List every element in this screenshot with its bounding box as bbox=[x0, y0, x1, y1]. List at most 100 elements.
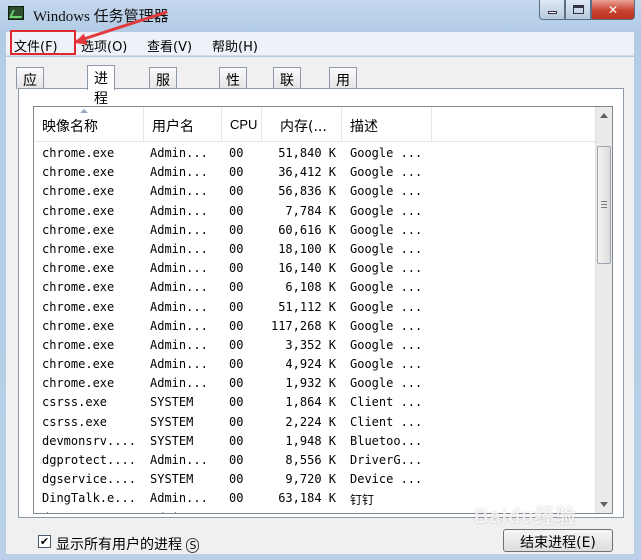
process-user: Admin... bbox=[150, 165, 208, 180]
process-cpu: 00 bbox=[229, 337, 244, 352]
process-name: chrome.exe bbox=[42, 299, 115, 314]
column-image-name-label: 映像名称 bbox=[42, 119, 98, 135]
process-memory: 51,112 K bbox=[278, 299, 336, 314]
process-memory: 30,856 K bbox=[260, 511, 336, 513]
process-description: Google ... bbox=[350, 222, 423, 237]
title-bar[interactable]: Windows 任务管理器 ✕ bbox=[0, 0, 641, 30]
table-row[interactable]: chrome.exe Admin... 00 16,140 K Google ... bbox=[34, 259, 596, 278]
tab-processes[interactable]: 进程 bbox=[87, 65, 115, 107]
arrow-up-icon bbox=[600, 113, 608, 118]
process-cpu: 00 bbox=[229, 453, 244, 467]
menu-view[interactable]: 查看(V) bbox=[147, 36, 192, 55]
column-user-name[interactable]: 用户名 bbox=[144, 107, 222, 142]
processes-panel: 映像名称 用户名 CPU 内存(... 描述 chrome.exe Admin.… bbox=[18, 88, 624, 518]
highlight-box bbox=[10, 30, 76, 55]
process-cpu: 00 bbox=[229, 491, 244, 506]
table-row[interactable]: chrome.exe Admin... 00 117,268 K Google ... bbox=[34, 317, 596, 336]
process-memory: 60,616 K bbox=[278, 222, 336, 237]
column-memory[interactable]: 内存(... bbox=[262, 107, 342, 142]
scroll-up-button[interactable] bbox=[596, 107, 612, 124]
process-memory: 7,784 K bbox=[285, 203, 336, 218]
table-row[interactable]: chrome.exe Admin... 00 6,108 K Google ... bbox=[34, 278, 596, 297]
process-memory: 6,108 K bbox=[285, 280, 336, 295]
process-memory: 2,224 K bbox=[285, 414, 336, 429]
tab-services[interactable]: 服务 bbox=[149, 67, 177, 109]
table-row[interactable]: csrss.exe SYSTEM 00 1,864 K Client ... bbox=[34, 393, 596, 412]
process-cpu: 00 bbox=[229, 433, 244, 448]
process-memory: 1,864 K bbox=[285, 395, 336, 410]
process-cpu: 00 bbox=[229, 318, 244, 333]
process-user: Admin... bbox=[150, 511, 208, 513]
process-cpu: 00 bbox=[229, 261, 244, 276]
process-description: Google ... bbox=[350, 376, 423, 391]
end-process-button[interactable]: 结束进程(E) bbox=[503, 529, 613, 552]
process-description: DriverG... bbox=[350, 453, 423, 467]
show-all-users-text: 显示所有用户的进程 bbox=[56, 537, 182, 553]
baidu-watermark: Baidu经验 bbox=[474, 506, 577, 528]
table-row[interactable]: chrome.exe Admin... 00 36,412 K Google ... bbox=[34, 163, 596, 182]
maximize-button[interactable] bbox=[565, 0, 591, 20]
table-row[interactable]: chrome.exe Admin... 00 4,924 K Google ... bbox=[34, 355, 596, 374]
tab-applications[interactable]: 应用程序 bbox=[16, 67, 44, 149]
menu-help[interactable]: 帮助(H) bbox=[212, 36, 258, 55]
process-user: Admin... bbox=[150, 146, 208, 160]
process-description: Google ... bbox=[350, 318, 423, 333]
close-button[interactable]: ✕ bbox=[591, 0, 635, 20]
process-description: Google ... bbox=[350, 146, 423, 160]
show-all-users-hotkey: S bbox=[186, 538, 200, 553]
table-row[interactable]: chrome.exe Admin... 00 1,932 K Google ... bbox=[34, 374, 596, 393]
process-user: SYSTEM bbox=[150, 472, 194, 487]
process-description: Google ... bbox=[350, 165, 423, 180]
tab-users[interactable]: 用户 bbox=[329, 67, 357, 109]
show-all-users-checkbox[interactable]: ✔ bbox=[38, 535, 51, 548]
process-cpu: 00 bbox=[229, 414, 244, 429]
table-row[interactable]: csrss.exe SYSTEM 00 2,224 K Client ... bbox=[34, 413, 596, 432]
process-list[interactable]: 映像名称 用户名 CPU 内存(... 描述 chrome.exe Admin.… bbox=[33, 106, 613, 514]
process-description: 钉钉 bbox=[350, 493, 375, 508]
process-name: chrome.exe bbox=[42, 261, 115, 276]
process-user: Admin... bbox=[150, 357, 208, 372]
tab-performance[interactable]: 性能 bbox=[219, 67, 247, 109]
scroll-down-button[interactable] bbox=[596, 496, 612, 513]
process-memory: 1,948 K bbox=[285, 433, 336, 448]
process-memory: 1,932 K bbox=[285, 376, 336, 391]
client-area: 应用程序 进程 服务 性能 联网 用户 映像名称 用户名 CPU bbox=[6, 57, 634, 554]
table-row[interactable]: chrome.exe Admin... 00 3,352 K Google ... bbox=[34, 336, 596, 355]
process-rows: chrome.exe Admin... 00 51,840 K Google ... ch… bbox=[34, 144, 596, 513]
process-name: chrome.exe bbox=[42, 337, 115, 352]
process-description: Google ... bbox=[350, 357, 423, 372]
column-cpu[interactable]: CPU bbox=[222, 107, 262, 142]
table-row[interactable]: dgprotect.... Admin... 00 8,556 K DriverG... bbox=[34, 451, 596, 470]
table-row[interactable]: devmonsrv.... SYSTEM 00 1,948 K Bluetoo... bbox=[34, 432, 596, 451]
process-cpu: 00 bbox=[229, 203, 244, 218]
process-cpu: 00 bbox=[229, 376, 244, 391]
table-row[interactable]: chrome.exe Admin... 00 51,840 K Google ... bbox=[34, 144, 596, 163]
process-cpu: 00 bbox=[229, 472, 244, 487]
process-memory: 8,556 K bbox=[285, 453, 336, 467]
column-description-label: 描述 bbox=[350, 119, 378, 135]
process-name: DingTalk.e... bbox=[42, 491, 136, 506]
show-all-users-label[interactable]: 显示所有用户的进程 S bbox=[56, 534, 200, 554]
scroll-thumb[interactable] bbox=[597, 146, 611, 264]
table-row[interactable]: chrome.exe Admin... 00 60,616 K Google ... bbox=[34, 221, 596, 240]
column-cpu-label: CPU bbox=[230, 117, 258, 132]
vertical-scrollbar[interactable] bbox=[595, 107, 612, 513]
process-user: SYSTEM bbox=[150, 395, 194, 410]
table-row[interactable]: chrome.exe Admin... 00 56,836 K Google ... bbox=[34, 182, 596, 201]
process-description: Device ... bbox=[350, 472, 423, 487]
column-image-name[interactable]: 映像名称 bbox=[34, 107, 144, 142]
table-row[interactable]: chrome.exe Admin... 00 51,112 K Google ... bbox=[34, 298, 596, 317]
process-cpu: 00 bbox=[229, 184, 244, 199]
table-row[interactable]: dgservice.... SYSTEM 00 9,720 K Device ... bbox=[34, 470, 596, 489]
minimize-button[interactable] bbox=[539, 0, 565, 20]
tab-networking[interactable]: 联网 bbox=[273, 67, 301, 109]
process-memory: 117,268 K bbox=[270, 318, 336, 333]
table-row[interactable]: chrome.exe Admin... 00 18,100 K Google ... bbox=[34, 240, 596, 259]
process-user: Admin... bbox=[150, 376, 208, 391]
menu-bar: 文件(F) 选项(O) 查看(V) 帮助(H) bbox=[6, 10, 634, 56]
table-row[interactable]: chrome.exe Admin... 00 7,784 K Google ... bbox=[34, 202, 596, 221]
process-description: Google ... bbox=[350, 280, 423, 295]
process-name: chrome.exe bbox=[42, 203, 115, 218]
process-memory: 51,840 K bbox=[278, 146, 336, 160]
column-description[interactable]: 描述 bbox=[342, 107, 432, 142]
